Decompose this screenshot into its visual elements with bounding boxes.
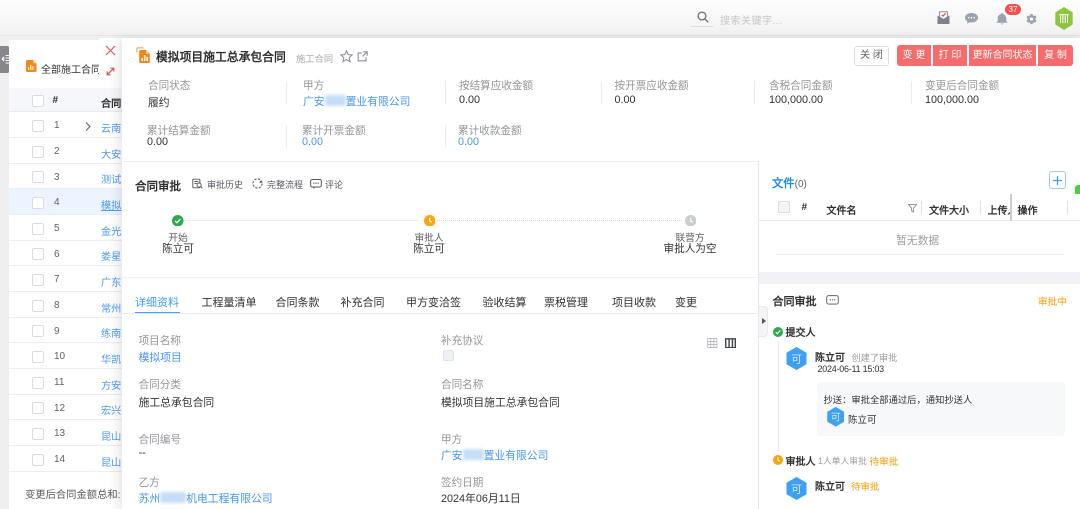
svg-text:可: 可: [791, 483, 802, 495]
svg-text:可: 可: [830, 413, 840, 424]
svg-text:可: 可: [791, 354, 802, 366]
